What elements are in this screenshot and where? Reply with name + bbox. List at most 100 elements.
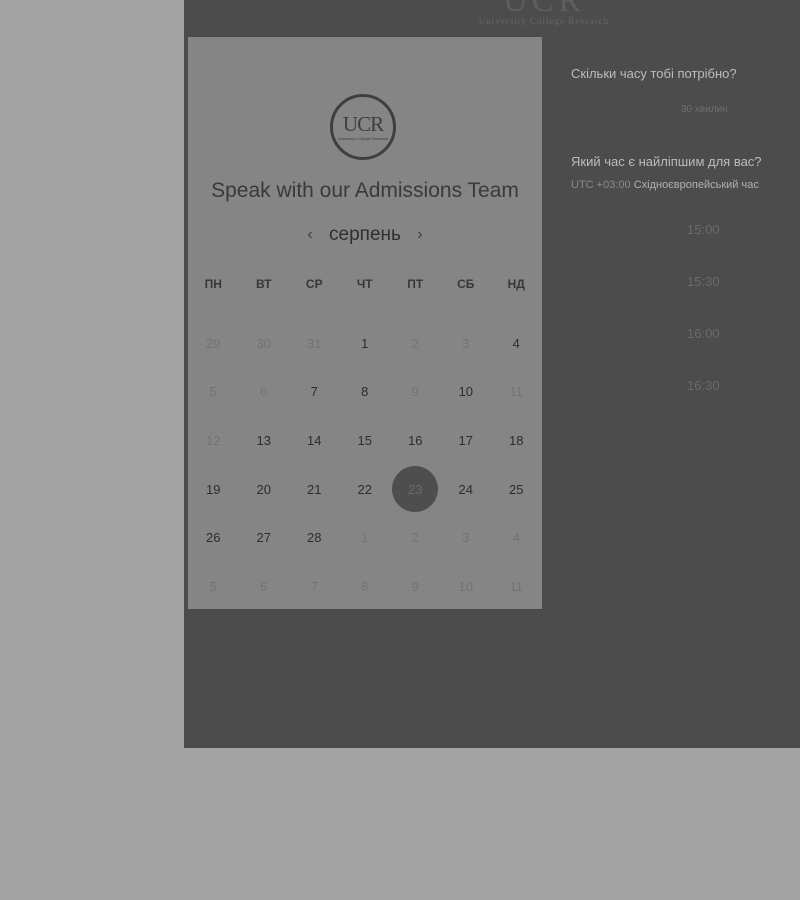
header-logo: UCR University College Research <box>464 0 624 26</box>
calendar-week: 12 13 14 15 16 17 18 <box>188 416 542 465</box>
calendar-day-selected[interactable]: 23 <box>390 465 441 514</box>
calendar-day: 10 <box>441 562 492 611</box>
day-number: 13 <box>256 432 271 448</box>
calendar-day: 12 <box>188 416 239 465</box>
time-slot[interactable]: 15:30 <box>687 274 720 289</box>
calendar-card: UCR University College Research Speak wi… <box>188 37 542 609</box>
month-nav: ‹ серпень › <box>188 223 542 247</box>
day-number: 18 <box>509 432 524 448</box>
day-number: 2 <box>411 530 419 546</box>
calendar-day[interactable]: 20 <box>239 465 290 514</box>
day-number: 7 <box>310 578 318 594</box>
calendar-day: 9 <box>390 368 441 417</box>
day-number: 24 <box>458 481 473 497</box>
day-number: 10 <box>458 384 473 400</box>
time-slot[interactable]: 16:30 <box>687 378 720 393</box>
day-number: 23 <box>408 481 423 497</box>
calendar-day[interactable]: 21 <box>289 465 340 514</box>
calendar-day[interactable]: 15 <box>340 416 391 465</box>
calendar-day: 3 <box>441 319 492 368</box>
time-slot[interactable]: 16:00 <box>687 326 720 341</box>
day-number: 31 <box>307 335 322 351</box>
day-number: 22 <box>357 481 372 497</box>
duration-option[interactable]: 30 хвилин <box>681 104 728 115</box>
day-number: 10 <box>458 578 473 594</box>
day-number: 3 <box>462 335 470 351</box>
calendar-day[interactable]: 22 <box>340 465 391 514</box>
day-number: 4 <box>512 530 520 546</box>
calendar-week: 19 20 21 22 23 24 25 <box>188 465 542 514</box>
weekday-header: ПН ВТ СР ЧТ ПТ СБ НД <box>188 277 542 291</box>
calendar-week: 5 6 7 8 9 10 11 <box>188 562 542 611</box>
chevron-left-icon[interactable]: ‹ <box>303 226 317 244</box>
calendar-day[interactable]: 1 <box>340 319 391 368</box>
day-number: 5 <box>209 578 217 594</box>
calendar-day[interactable]: 8 <box>340 368 391 417</box>
calendar-day: 6 <box>239 368 290 417</box>
logo-mark: UCR <box>342 111 384 136</box>
calendar-day[interactable]: 16 <box>390 416 441 465</box>
weekday-label: СР <box>305 277 323 291</box>
day-number: 29 <box>206 335 221 351</box>
day-number: 7 <box>310 384 318 400</box>
calendar-day[interactable]: 17 <box>441 416 492 465</box>
day-number: 5 <box>209 384 217 400</box>
calendar-day[interactable]: 14 <box>289 416 340 465</box>
weekday-label: ВТ <box>255 277 272 291</box>
calendar-day: 2 <box>390 513 441 562</box>
calendar-week: 26 27 28 1 2 3 4 <box>188 513 542 562</box>
calendar-day[interactable]: 25 <box>491 465 542 514</box>
day-number: 14 <box>307 432 322 448</box>
calendar-day: 3 <box>441 513 492 562</box>
calendar-week: 29 30 31 1 2 3 4 <box>188 319 542 368</box>
day-number: 8 <box>361 578 369 594</box>
day-number: 16 <box>408 432 423 448</box>
ucr-logo: UCR University College Research <box>330 94 396 160</box>
logo-subtitle: University College Research <box>337 135 389 141</box>
day-number: 15 <box>357 432 372 448</box>
calendar-day[interactable]: 4 <box>491 319 542 368</box>
day-number: 6 <box>260 384 268 400</box>
day-number: 11 <box>509 384 524 400</box>
calendar-day: 2 <box>390 319 441 368</box>
chevron-right-icon[interactable]: › <box>413 226 427 244</box>
weekday-label: СБ <box>457 277 475 291</box>
weekday-label: ЧТ <box>356 277 373 291</box>
calendar-day[interactable]: 24 <box>441 465 492 514</box>
calendar-day[interactable]: 28 <box>289 513 340 562</box>
calendar-day: 11 <box>491 562 542 611</box>
calendar-day: 5 <box>188 562 239 611</box>
calendar-day: 8 <box>340 562 391 611</box>
day-number: 9 <box>411 384 419 400</box>
day-number: 26 <box>206 530 221 546</box>
day-number: 30 <box>256 335 271 351</box>
weekday-label: ПН <box>204 277 222 291</box>
calendar-day[interactable]: 7 <box>289 368 340 417</box>
header-logo-subtitle: University College Research <box>478 16 610 26</box>
day-number: 9 <box>411 578 419 594</box>
day-number: 8 <box>361 384 369 400</box>
month-label: серпень <box>329 224 401 245</box>
calendar-day[interactable]: 18 <box>491 416 542 465</box>
calendar-day: 30 <box>239 319 290 368</box>
calendar-day[interactable]: 26 <box>188 513 239 562</box>
calendar-day: 1 <box>340 513 391 562</box>
calendar-day: 5 <box>188 368 239 417</box>
time-question: Який час є найліпшим для вас? <box>571 154 762 169</box>
day-number: 2 <box>411 335 419 351</box>
calendar-day: 4 <box>491 513 542 562</box>
day-number: 4 <box>512 335 520 351</box>
booking-panel: UCR University College Research UCR Univ… <box>184 0 800 748</box>
timezone-name: Східноєвропейський час <box>633 179 759 191</box>
calendar-day: 31 <box>289 319 340 368</box>
calendar-day[interactable]: 10 <box>441 368 492 417</box>
time-slot[interactable]: 15:00 <box>687 222 720 237</box>
calendar-week: 5 6 7 8 9 10 11 <box>188 368 542 417</box>
calendar-day[interactable]: 19 <box>188 465 239 514</box>
calendar-day[interactable]: 13 <box>239 416 290 465</box>
calendar-day: 9 <box>390 562 441 611</box>
day-number: 21 <box>307 481 322 497</box>
calendar-day[interactable]: 27 <box>239 513 290 562</box>
weekday-label: ПТ <box>407 277 424 291</box>
timezone-label[interactable]: UTC +03:00 Східноєвропейський час <box>571 179 759 191</box>
